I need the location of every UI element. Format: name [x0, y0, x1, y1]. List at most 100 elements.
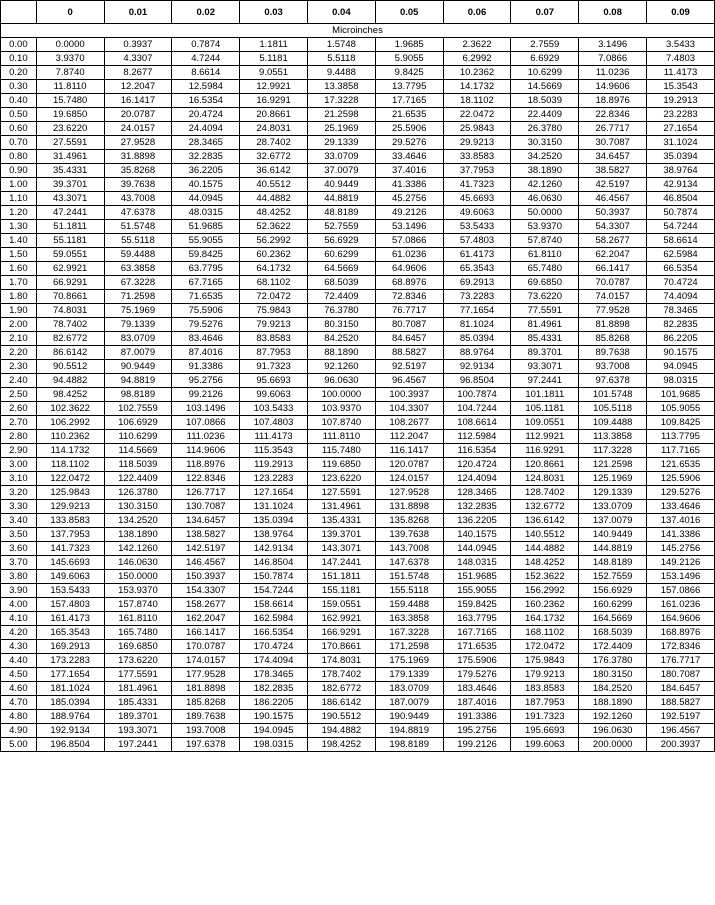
cell-value: 109.4488: [579, 416, 647, 430]
cell-value: 1.1811: [240, 38, 308, 52]
cell-value: 163.3858: [375, 612, 443, 626]
cell-value: 177.5591: [104, 668, 172, 682]
cell-value: 187.0079: [375, 696, 443, 710]
cell-value: 183.8583: [511, 682, 579, 696]
cell-value: 190.1575: [240, 710, 308, 724]
cell-value: 40.1575: [172, 178, 240, 192]
cell-value: 48.0315: [172, 206, 240, 220]
cell-value: 105.5118: [579, 402, 647, 416]
table-row: 4.20165.3543165.7480166.1417166.5354166.…: [1, 626, 715, 640]
cell-value: 100.7874: [443, 388, 511, 402]
cell-value: 23.2283: [647, 108, 715, 122]
cell-value: 129.9213: [36, 500, 104, 514]
cell-value: 1.9685: [375, 38, 443, 52]
cell-value: 61.0236: [375, 248, 443, 262]
cell-value: 141.3386: [647, 528, 715, 542]
cell-value: 56.2992: [240, 234, 308, 248]
cell-value: 104.7244: [443, 402, 511, 416]
cell-value: 32.2835: [172, 150, 240, 164]
cell-value: 66.9291: [36, 276, 104, 290]
row-label: 3.30: [1, 500, 37, 514]
col-header-003: 0.03: [240, 1, 308, 24]
table-row: 2.5098.425298.818999.212699.6063100.0000…: [1, 388, 715, 402]
cell-value: 127.5591: [307, 486, 375, 500]
cell-value: 170.0787: [172, 640, 240, 654]
cell-value: 50.0000: [511, 206, 579, 220]
cell-value: 66.5354: [647, 262, 715, 276]
cell-value: 131.4961: [307, 500, 375, 514]
cell-value: 179.5276: [443, 668, 511, 682]
cell-value: 72.4409: [307, 290, 375, 304]
cell-value: 69.6850: [511, 276, 579, 290]
cell-value: 58.6614: [647, 234, 715, 248]
cell-value: 98.8189: [104, 388, 172, 402]
col-header-001: 0.01: [104, 1, 172, 24]
cell-value: 83.4646: [172, 332, 240, 346]
cell-value: 39.7638: [104, 178, 172, 192]
cell-value: 99.6063: [240, 388, 308, 402]
table-row: 0.103.93704.33074.72445.11815.51185.9055…: [1, 52, 715, 66]
cell-value: 6.6929: [511, 52, 579, 66]
cell-value: 191.3386: [443, 710, 511, 724]
row-label: 4.60: [1, 682, 37, 696]
cell-value: 89.3701: [511, 346, 579, 360]
cell-value: 83.0709: [104, 332, 172, 346]
cell-value: 20.8661: [240, 108, 308, 122]
cell-value: 198.0315: [240, 738, 308, 752]
cell-value: 31.8898: [104, 150, 172, 164]
cell-value: 136.2205: [443, 514, 511, 528]
cell-value: 168.5039: [579, 626, 647, 640]
cell-value: 125.5906: [647, 472, 715, 486]
cell-value: 76.3780: [307, 304, 375, 318]
cell-value: 86.2205: [647, 332, 715, 346]
cell-value: 161.0236: [647, 598, 715, 612]
table-row: 3.40133.8583134.2520134.6457135.0394135.…: [1, 514, 715, 528]
row-label: 1.20: [1, 206, 37, 220]
cell-value: 94.0945: [647, 360, 715, 374]
table-row: 3.00118.1102118.5039118.8976119.2913119.…: [1, 458, 715, 472]
row-label: 1.70: [1, 276, 37, 290]
cell-value: 68.1102: [240, 276, 308, 290]
cell-value: 153.1496: [647, 570, 715, 584]
cell-value: 138.1890: [104, 528, 172, 542]
cell-value: 47.6378: [104, 206, 172, 220]
cell-value: 190.9449: [375, 710, 443, 724]
cell-value: 42.5197: [579, 178, 647, 192]
cell-value: 195.2756: [443, 724, 511, 738]
cell-value: 177.9528: [172, 668, 240, 682]
cell-value: 79.1339: [104, 318, 172, 332]
cell-value: 99.2126: [172, 388, 240, 402]
row-label: 0.30: [1, 80, 37, 94]
cell-value: 63.7795: [172, 262, 240, 276]
cell-value: 85.0394: [443, 332, 511, 346]
cell-value: 188.5827: [647, 696, 715, 710]
cell-value: 132.6772: [511, 500, 579, 514]
cell-value: 150.0000: [104, 570, 172, 584]
cell-value: 5.1181: [240, 52, 308, 66]
cell-value: 163.7795: [443, 612, 511, 626]
cell-value: 186.2205: [240, 696, 308, 710]
cell-value: 25.1969: [307, 122, 375, 136]
cell-value: 125.9843: [36, 486, 104, 500]
cell-value: 165.7480: [104, 626, 172, 640]
table-row: 2.3090.551290.944991.338691.732392.12609…: [1, 360, 715, 374]
cell-value: 94.4882: [36, 374, 104, 388]
cell-value: 120.0787: [375, 458, 443, 472]
cell-value: 122.0472: [36, 472, 104, 486]
cell-value: 171.2598: [375, 640, 443, 654]
table-row: 2.80110.2362110.6299111.0236111.4173111.…: [1, 430, 715, 444]
cell-value: 166.9291: [307, 626, 375, 640]
cell-value: 149.2126: [647, 556, 715, 570]
row-label: 0.70: [1, 136, 37, 150]
cell-value: 155.1181: [307, 584, 375, 598]
table-row: 4.80188.9764189.3701189.7638190.1575190.…: [1, 710, 715, 724]
cell-value: 153.9370: [104, 584, 172, 598]
cell-value: 194.0945: [240, 724, 308, 738]
cell-value: 190.5512: [307, 710, 375, 724]
cell-value: 53.1496: [375, 220, 443, 234]
cell-value: 15.3543: [647, 80, 715, 94]
row-label: 1.10: [1, 192, 37, 206]
cell-value: 146.4567: [172, 556, 240, 570]
cell-value: 155.9055: [443, 584, 511, 598]
cell-value: 148.4252: [511, 556, 579, 570]
